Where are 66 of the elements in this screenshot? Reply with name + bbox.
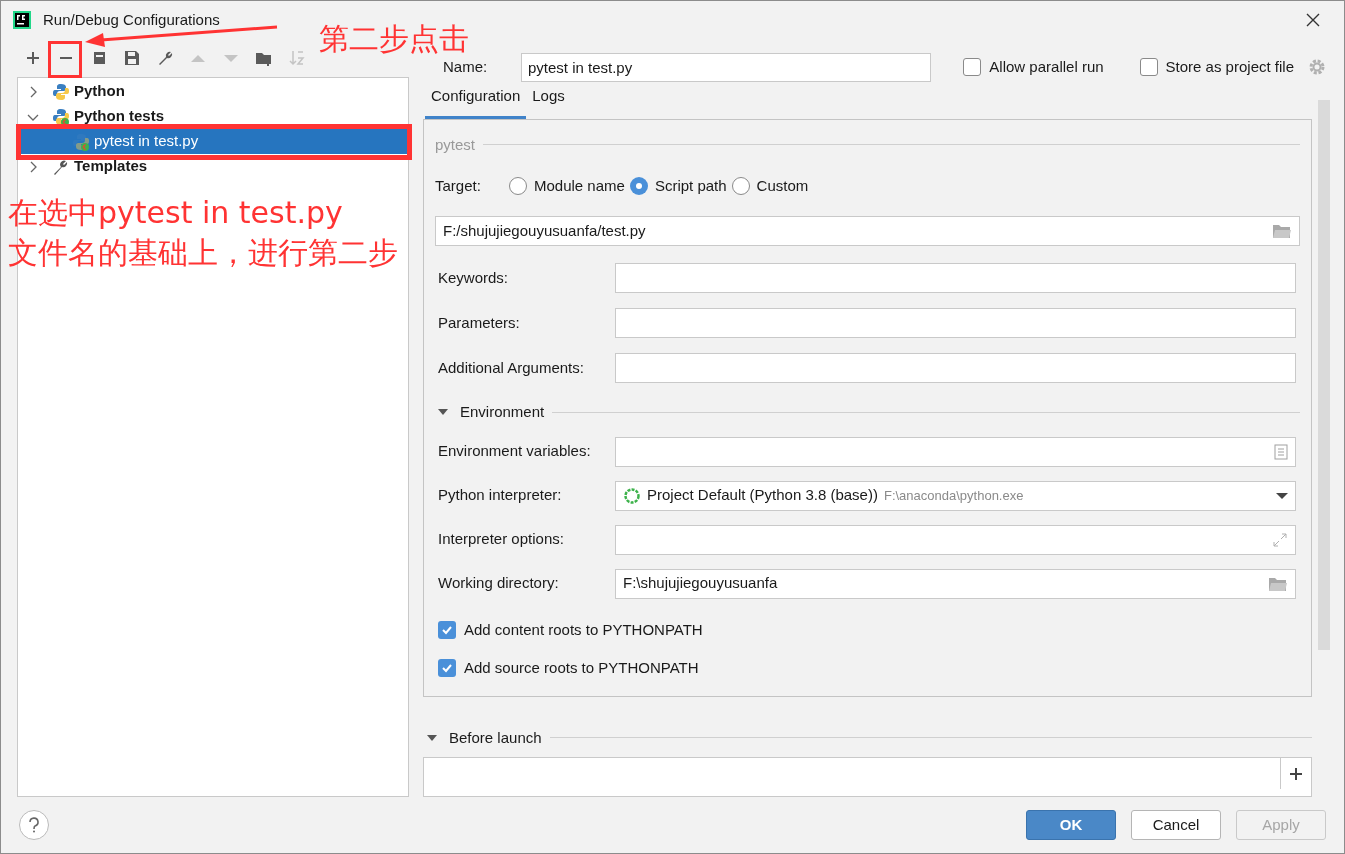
tree-item[interactable]: Python: [18, 79, 408, 104]
directory-field[interactable]: F:\shujujiegouyusuanfa: [615, 568, 1296, 599]
field-label: Parameters:: [437, 312, 521, 333]
dialog-button[interactable]: Cancel: [1131, 810, 1221, 840]
field-label: Target:: [435, 175, 482, 196]
folder-icon: [1268, 575, 1288, 592]
highlight-frame: [48, 41, 82, 78]
checkbox[interactable]: [438, 659, 456, 678]
caret-down-icon[interactable]: [427, 732, 437, 743]
radio-button[interactable]: [731, 177, 750, 195]
text-field[interactable]: [615, 263, 1296, 293]
tree-item[interactable]: Python tests: [18, 104, 408, 129]
tab[interactable]: Logs: [526, 85, 571, 119]
radio-label: Script path: [654, 175, 727, 196]
help-button[interactable]: [19, 810, 49, 840]
section-title: Environment: [460, 402, 545, 422]
save-icon[interactable]: [122, 48, 142, 68]
text-field[interactable]: [615, 353, 1296, 383]
text-field[interactable]: [615, 308, 1296, 338]
section-title: Before launch: [449, 727, 542, 748]
name-field[interactable]: pytest in test.py: [521, 52, 931, 82]
section-title: pytest: [435, 134, 476, 155]
help-icon: [28, 817, 40, 833]
field-label: Name:: [443, 56, 489, 77]
field-label: Python interpreter:: [437, 485, 563, 506]
field-label: Keywords:: [437, 267, 510, 288]
checkbox[interactable]: [963, 58, 982, 76]
text-field[interactable]: [615, 436, 1296, 467]
folder-icon: [1272, 223, 1292, 239]
field-label: Environment variables:: [437, 441, 592, 462]
gear-icon[interactable]: [1308, 58, 1326, 76]
dropdown-arrow-icon: [1276, 491, 1288, 500]
python-test-icon: [72, 132, 90, 151]
scrollbar-thumb[interactable]: [1318, 100, 1330, 650]
checkbox-label: Allow parallel run: [989, 56, 1104, 77]
annotation-text: 文件名的基础上，进行第二步: [8, 234, 398, 272]
field-label: Working directory:: [437, 573, 560, 594]
python-test-icon: [52, 107, 70, 126]
interpreter-dropdown[interactable]: Project Default (Python 3.8 (base)) F:\anaconda\python.exe: [615, 480, 1296, 511]
expand-icon: [1272, 531, 1288, 548]
field-label: Additional Arguments:: [437, 357, 585, 378]
spinner-icon: [623, 486, 641, 505]
checkbox-label: Add source roots to PYTHONPATH: [464, 658, 699, 678]
close-icon[interactable]: [1306, 13, 1320, 27]
checkbox[interactable]: [1139, 58, 1158, 76]
app-logo-icon: [13, 11, 31, 29]
dialog-button[interactable]: OK: [1026, 810, 1116, 840]
tree-item[interactable]: Templates: [18, 154, 408, 179]
tree-item[interactable]: pytest in test.py: [18, 129, 408, 154]
annotation-text: 在选中pytest in test.py: [8, 194, 344, 232]
checkbox[interactable]: [438, 620, 456, 639]
window-title: Run/Debug Configurations: [43, 9, 220, 30]
python-icon: [52, 82, 70, 101]
field-label: Interpreter options:: [437, 529, 565, 550]
annotation-text: 第二步点击: [319, 22, 469, 56]
checkbox-label: Store as project file: [1165, 56, 1294, 77]
radio-label: Module name: [534, 175, 625, 196]
radio-button[interactable]: [629, 177, 648, 195]
text-field[interactable]: [615, 524, 1296, 555]
add-icon[interactable]: [1289, 766, 1303, 781]
document-icon: [1274, 443, 1288, 460]
radio-label: Custom: [756, 175, 809, 196]
check-icon: [441, 662, 453, 675]
path-field[interactable]: F:/shujujiegouyusuanfa/test.py: [435, 216, 1300, 246]
radio-button[interactable]: [509, 177, 527, 195]
checkbox-label: Add content roots to PYTHONPATH: [464, 619, 703, 640]
